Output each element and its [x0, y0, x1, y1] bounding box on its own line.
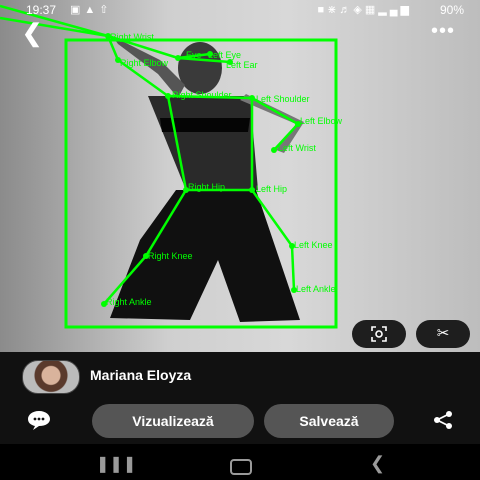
figure-silhouette: [110, 36, 304, 322]
status-time: 19:37: [26, 3, 57, 17]
profile-name[interactable]: Mariana Eloyza: [90, 367, 191, 383]
chevron-left-icon: ❮: [22, 20, 43, 47]
arrow-icon: ⇧: [99, 4, 113, 16]
label-left-elbow: Left Elbow: [300, 116, 343, 126]
action-row: Vizualizează Salvează: [0, 400, 480, 444]
label-right-elbow: Right Elbow: [120, 58, 169, 68]
lock-icon: ■: [317, 4, 328, 16]
drive-icon: ▲: [84, 4, 100, 16]
volte-icon: ▦: [364, 4, 379, 16]
volume-icon: ♬: [339, 4, 354, 16]
label-left-wrist: Left Wrist: [278, 143, 316, 153]
crop-button[interactable]: ✂: [416, 320, 470, 348]
label-right-wrist: Right Wrist: [110, 32, 154, 42]
system-back-button[interactable]: ❮: [370, 453, 385, 474]
save-button[interactable]: Salvează: [264, 404, 394, 438]
system-icons: ■⋇♬◈▦▂▄▆: [318, 3, 412, 16]
label-left-ankle: Left Ankle: [296, 284, 336, 294]
comment-button[interactable]: [26, 409, 54, 433]
back-button[interactable]: ❮: [22, 22, 50, 46]
back-triangle-icon: ❮: [370, 453, 386, 473]
battery-level: 90%: [439, 3, 464, 17]
photo-area[interactable]: Right Wrist Right Elbow Eye Left Eye Lef…: [0, 0, 480, 352]
label-left-knee: Left Knee: [294, 240, 333, 250]
label-left-ear: Left Ear: [226, 60, 258, 70]
bluetooth-icon: ⋇: [327, 4, 340, 16]
label-right-hip: Right Hip: [188, 182, 225, 192]
more-options-button[interactable]: •••: [428, 20, 458, 44]
label-left-shoulder: Left Shoulder: [256, 94, 310, 104]
label-right-ankle: Right Ankle: [106, 297, 152, 307]
profile-row[interactable]: Mariana Eloyza: [0, 352, 480, 400]
label-left-hip: Left Hip: [256, 184, 287, 194]
photo-icon: ▣: [70, 4, 85, 16]
label-left-eye: Left Eye: [208, 50, 241, 60]
pose-overlay: Right Wrist Right Elbow Eye Left Eye Lef…: [0, 4, 343, 329]
status-bar: 19:37 ▣▲⇧ ■⋇♬◈▦▂▄▆ 90%: [0, 0, 480, 20]
avatar[interactable]: [22, 360, 80, 394]
scissors-icon: ✂: [436, 325, 450, 342]
home-button[interactable]: [230, 459, 252, 475]
notification-icons: ▣▲⇧: [70, 3, 113, 16]
label-eyes: Eye: [186, 50, 202, 60]
signal-icon: ▂▄▆: [378, 4, 412, 16]
navigation-bar: ❚❚❚ ❮: [0, 452, 480, 480]
lens-search-icon: [371, 326, 387, 342]
label-right-knee: Right Knee: [148, 251, 193, 261]
recent-apps-button[interactable]: ❚❚❚: [96, 454, 136, 474]
label-right-shoulder: Right Shoulder: [172, 90, 232, 100]
wifi-icon: ◈: [353, 4, 365, 16]
recent-apps-icon: ❚❚❚: [96, 456, 137, 473]
share-button[interactable]: [432, 410, 456, 432]
comment-icon: [28, 411, 50, 430]
more-dots-icon: •••: [430, 20, 455, 42]
view-button[interactable]: Vizualizează: [92, 404, 254, 438]
lens-search-button[interactable]: [352, 320, 406, 348]
share-icon: [434, 411, 452, 429]
